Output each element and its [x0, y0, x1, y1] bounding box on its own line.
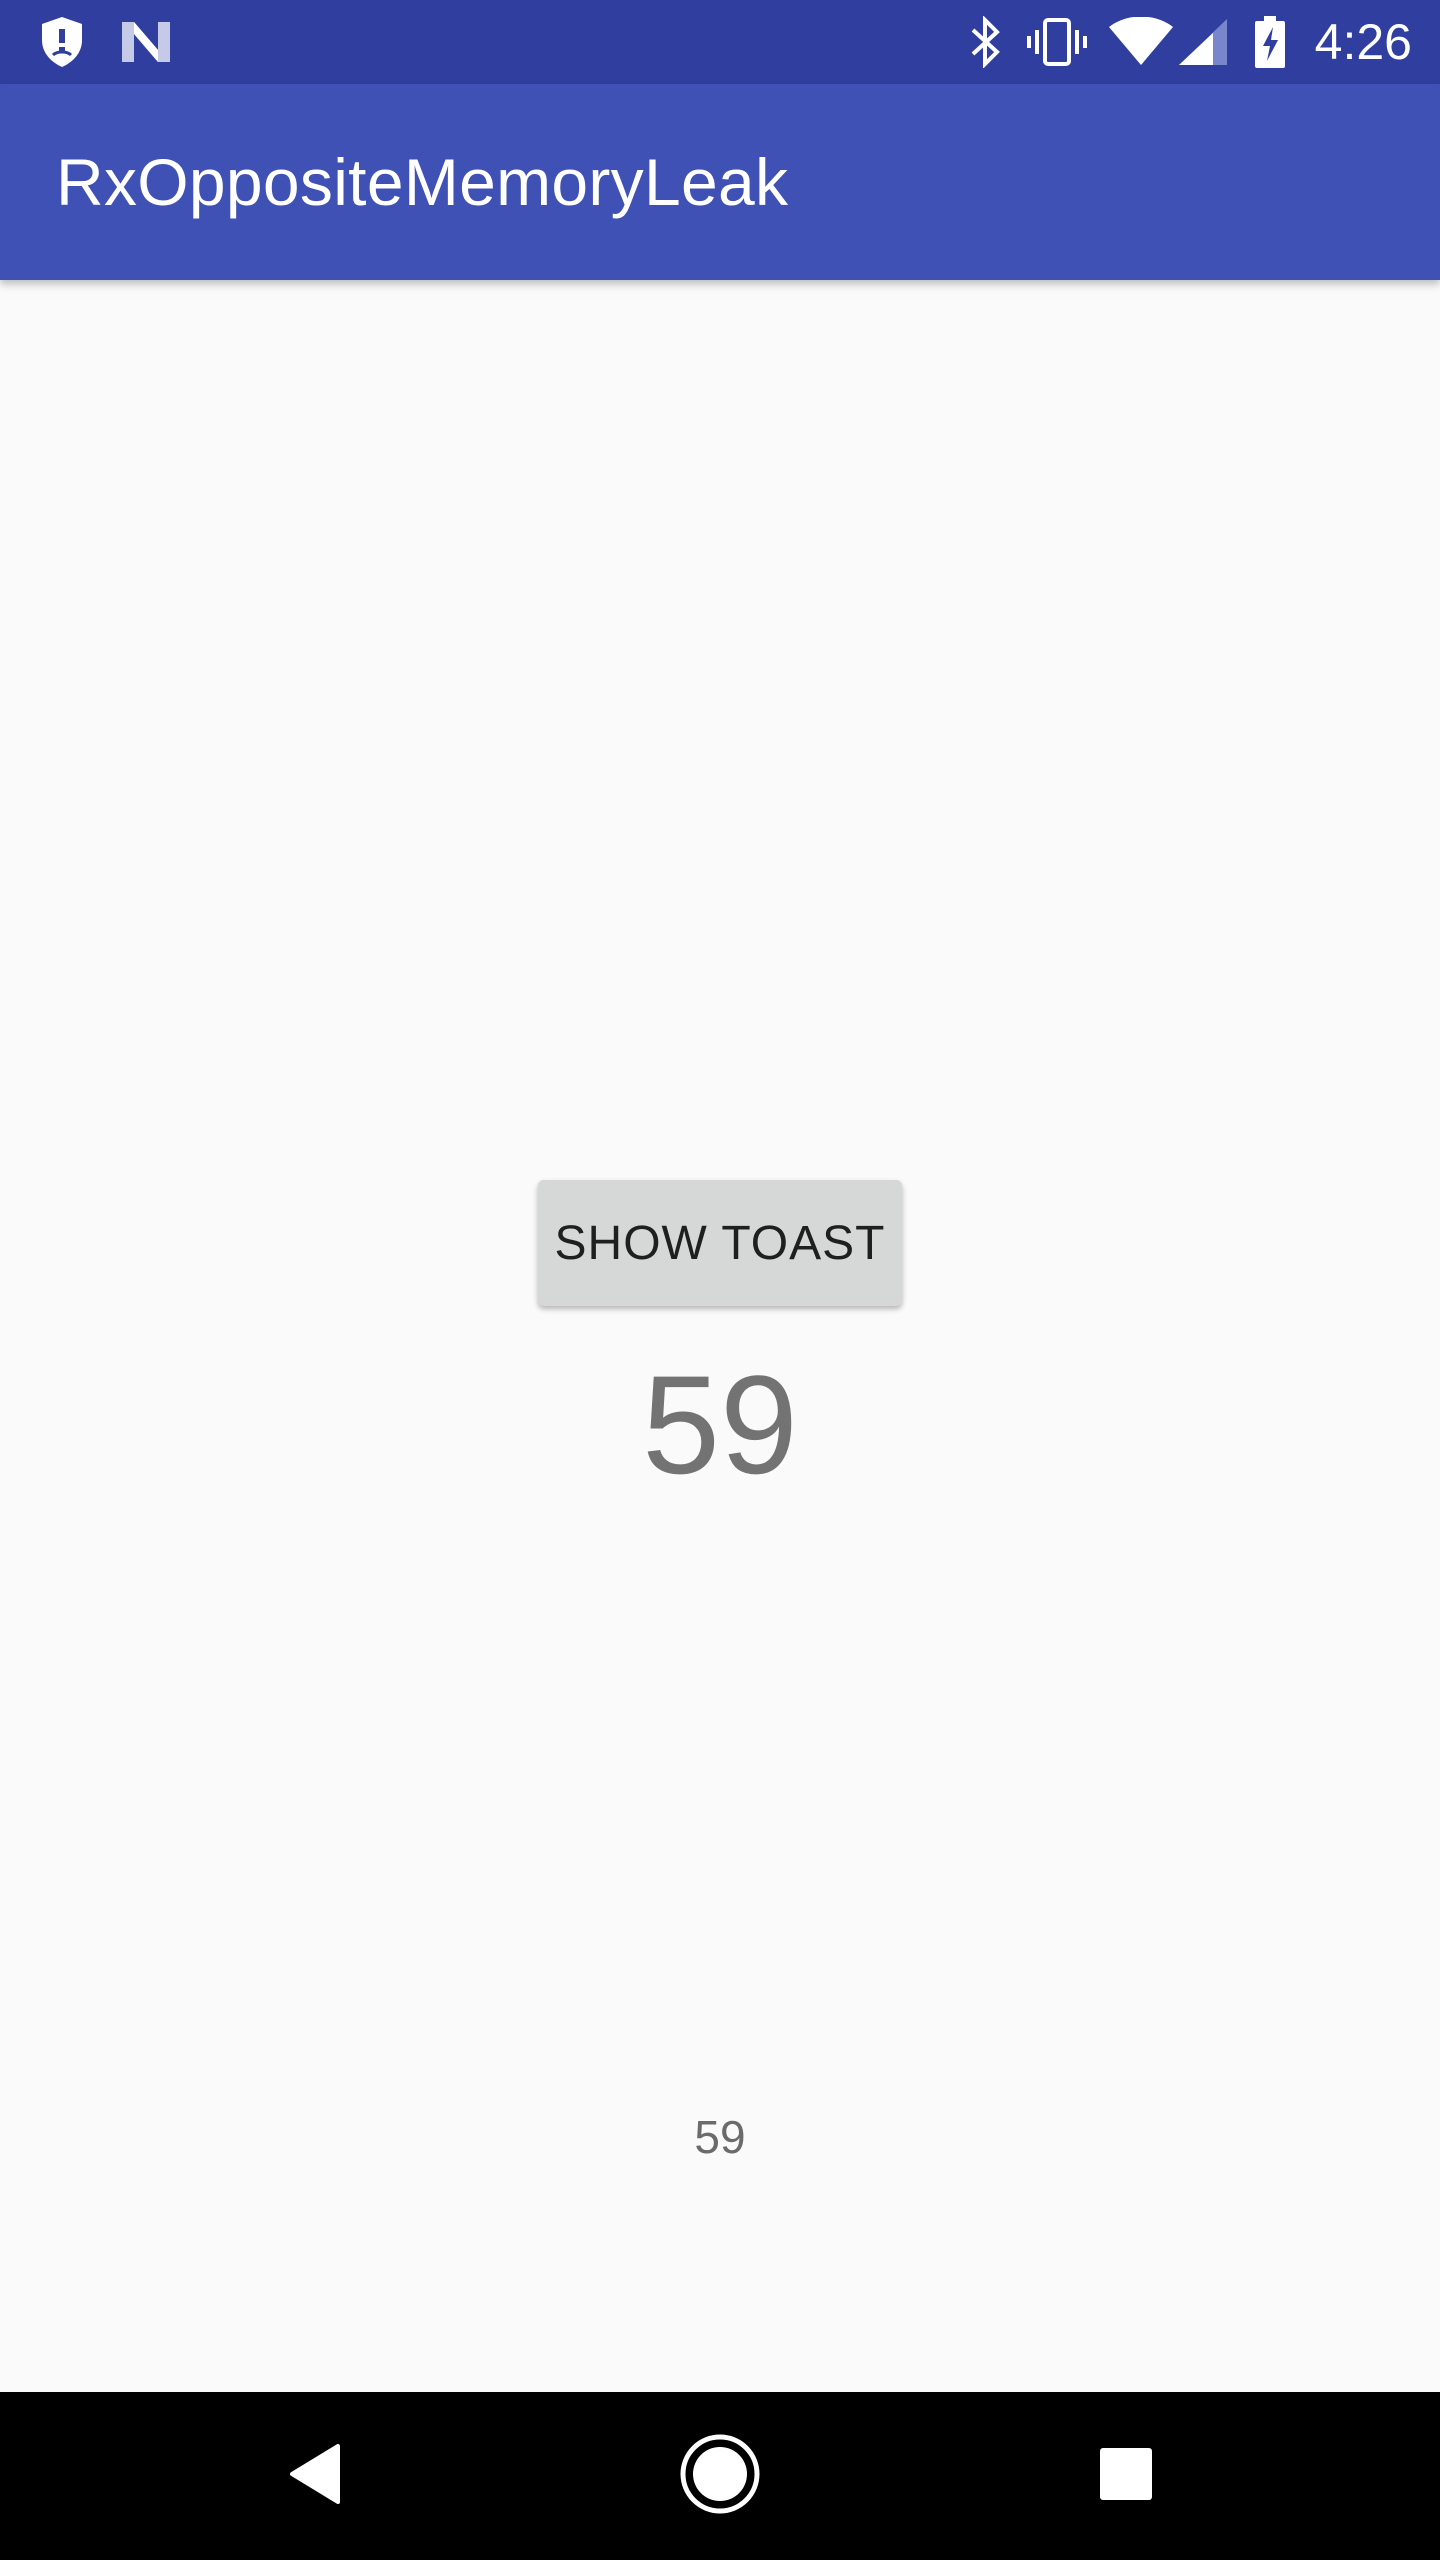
back-icon	[286, 2442, 346, 2511]
home-icon	[678, 2432, 762, 2521]
vibrate-icon	[1024, 14, 1090, 70]
n-notification-icon	[118, 14, 174, 70]
app-title: RxOppositeMemoryLeak	[56, 145, 789, 219]
recents-button[interactable]	[1042, 2392, 1210, 2560]
status-bar: 4:26	[0, 0, 1440, 84]
battery-charging-icon	[1250, 14, 1290, 70]
counter-value: 59	[642, 1346, 798, 1503]
cell-signal-icon	[1176, 14, 1230, 70]
toast-message: 59	[694, 2111, 746, 2163]
recents-icon	[1098, 2446, 1154, 2507]
show-toast-button[interactable]: SHOW TOAST	[538, 1180, 902, 1306]
navigation-bar	[0, 2392, 1440, 2560]
status-time: 4:26	[1314, 14, 1412, 70]
app-bar: RxOppositeMemoryLeak	[0, 84, 1440, 280]
wifi-icon	[1106, 14, 1176, 70]
screen: 4:26 RxOppositeMemoryLeak SHOW TOAST 59 …	[0, 0, 1440, 2560]
bluetooth-icon	[964, 14, 1008, 70]
shield-notification-icon	[34, 14, 90, 70]
back-button[interactable]	[232, 2392, 400, 2560]
home-button[interactable]	[636, 2392, 804, 2560]
